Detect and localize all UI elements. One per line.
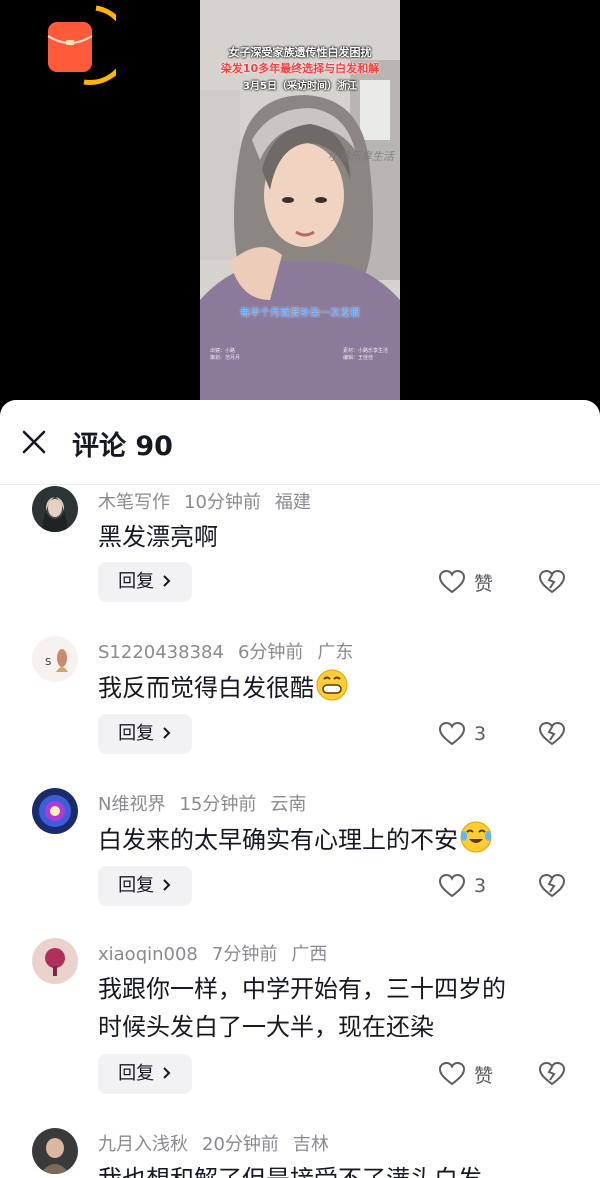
comment-location: 吉林 bbox=[292, 1134, 329, 1155]
broken-heart-icon[interactable] bbox=[538, 872, 566, 900]
comment-time: 6分钟前 bbox=[237, 642, 304, 663]
heart-icon bbox=[438, 569, 466, 594]
comment-meta: xiaoqin008 7分钟前 广西 bbox=[98, 940, 341, 966]
reply-button[interactable]: 回复 bbox=[98, 1054, 192, 1094]
video-area[interactable]: 女子深受家族遗传性白发困扰 染发10多年最终选择与白发和解 3月5日（采访时间）… bbox=[0, 0, 600, 405]
comment-item: 九月入浅秋 20分钟前吉林 我也想和解了但是接受不了满头白发 bbox=[0, 1126, 600, 1178]
comment-text: 白发来的太早确实有心理上的不安 bbox=[98, 820, 568, 859]
comment-item: xiaoqin008 7分钟前 广西 我跟你一样，中学开始有，三十四岁的 时候头发白… bbox=[0, 936, 600, 1126]
comment-text: 我跟你一样，中学开始有，三十四岁的 时候头发白了一大半，现在还染 bbox=[98, 970, 568, 1046]
comment-time: 10分钟前 bbox=[184, 492, 261, 513]
like-count: 赞 bbox=[474, 572, 494, 595]
svg-text:S: S bbox=[45, 657, 51, 668]
avatar[interactable] bbox=[32, 486, 78, 532]
comment-item: N维视界 15分钟前 云南 白发来的太早确实有心理上的不安 回复 3 bbox=[0, 786, 600, 936]
comment-location: 广西 bbox=[291, 944, 328, 965]
comment-location: 云南 bbox=[270, 794, 307, 815]
chevron-right-icon bbox=[163, 1067, 171, 1079]
avatar[interactable] bbox=[32, 1128, 78, 1174]
video-caption-line3: 3月5日（采访时间）浙江 bbox=[243, 81, 357, 92]
chevron-right-icon bbox=[163, 879, 171, 891]
comment-username[interactable]: N维视界 bbox=[98, 794, 165, 815]
like-button[interactable]: 赞 bbox=[438, 1054, 493, 1094]
red-packet-icon[interactable] bbox=[44, 2, 130, 88]
comment-text-line: 时候头发白了一大半，现在还染 bbox=[98, 1013, 434, 1041]
like-button[interactable]: 赞 bbox=[438, 562, 493, 602]
heart-icon bbox=[438, 873, 466, 898]
reply-label: 回复 bbox=[118, 875, 155, 896]
reply-label: 回复 bbox=[118, 1063, 155, 1084]
comments-title: 评论 90 bbox=[72, 431, 173, 462]
comment-username[interactable]: xiaoqin008 bbox=[98, 944, 198, 965]
chevron-right-icon bbox=[163, 575, 171, 587]
video-credit-left: 出镜：小路 策划：范月月 bbox=[210, 348, 241, 361]
comment-time: 20分钟前 bbox=[202, 1134, 279, 1155]
heart-icon bbox=[438, 1061, 466, 1086]
avatar[interactable] bbox=[32, 938, 78, 984]
comment-text-body: 白发来的太早确实有心理上的不安 bbox=[98, 826, 458, 854]
like-count: 赞 bbox=[474, 1064, 494, 1087]
avatar[interactable]: S bbox=[32, 636, 78, 682]
video-subtitle: 每半个月就要补染一次发根 bbox=[240, 308, 360, 319]
comment-time: 7分钟前 bbox=[211, 944, 278, 965]
reply-label: 回复 bbox=[118, 571, 155, 592]
like-count: 3 bbox=[474, 875, 487, 897]
like-button[interactable]: 3 bbox=[438, 714, 486, 754]
comment-text: 我反而觉得白发很酷 bbox=[98, 668, 568, 707]
like-count: 3 bbox=[474, 723, 487, 745]
comment-location: 福建 bbox=[274, 492, 311, 513]
grin-emoji-icon bbox=[316, 669, 348, 701]
comment-time: 15分钟前 bbox=[179, 794, 257, 815]
crying-laugh-emoji-icon bbox=[460, 821, 492, 853]
video-credit-right: 素材：小路乐享生活 编辑：王佳佳 bbox=[342, 348, 388, 361]
comment-text-line: 我跟你一样，中学开始有，三十四岁的 bbox=[98, 975, 506, 1003]
comment-username[interactable]: 九月入浅秋 bbox=[98, 1134, 188, 1155]
comments-sheet: 评论 90 木笔写作 10分钟前 福建 黑发漂亮啊 回复 赞 S S12204383… bbox=[0, 400, 600, 1178]
chevron-right-icon bbox=[163, 727, 171, 739]
broken-heart-icon[interactable] bbox=[538, 568, 566, 596]
comment-meta: N维视界 15分钟前 云南 bbox=[98, 790, 320, 816]
comment-item: S S1220438384 6分钟前 广东 我反而觉得白发很酷 回复 3 bbox=[0, 634, 600, 786]
video-caption-line2: 染发10多年最终选择与白发和解 bbox=[220, 62, 380, 75]
reply-button[interactable]: 回复 bbox=[98, 866, 192, 906]
video-watermark: 小路乐享生活 bbox=[328, 150, 394, 163]
comment-text-body: 我反而觉得白发很酷 bbox=[98, 674, 314, 702]
close-icon[interactable] bbox=[20, 428, 48, 456]
reply-label: 回复 bbox=[118, 723, 155, 744]
video-caption-line1: 女子深受家族遗传性白发困扰 bbox=[228, 46, 372, 59]
comment-meta: S1220438384 6分钟前 广东 bbox=[98, 638, 367, 664]
comment-item: 木笔写作 10分钟前 福建 黑发漂亮啊 回复 赞 bbox=[0, 484, 600, 634]
broken-heart-icon[interactable] bbox=[538, 720, 566, 748]
comments-header: 评论 90 bbox=[0, 400, 600, 484]
video-frame[interactable]: 女子深受家族遗传性白发困扰 染发10多年最终选择与白发和解 3月5日（采访时间）… bbox=[200, 0, 400, 400]
reply-button[interactable]: 回复 bbox=[98, 714, 192, 754]
comment-meta: 木笔写作 10分钟前 福建 bbox=[98, 488, 325, 514]
comment-location: 广东 bbox=[317, 642, 354, 663]
avatar[interactable] bbox=[32, 788, 78, 834]
comment-username[interactable]: 木笔写作 bbox=[98, 492, 170, 513]
reply-button[interactable]: 回复 bbox=[98, 562, 192, 602]
like-button[interactable]: 3 bbox=[438, 866, 486, 906]
comment-username[interactable]: S1220438384 bbox=[98, 642, 224, 663]
broken-heart-icon[interactable] bbox=[538, 1060, 566, 1088]
comment-text: 黑发漂亮啊 bbox=[98, 523, 218, 551]
comment-text: 我也想和解了但是接受不了满头白发 bbox=[98, 1160, 568, 1178]
heart-icon bbox=[438, 721, 466, 746]
comment-meta: 九月入浅秋 20分钟前 吉林 bbox=[98, 1130, 343, 1156]
